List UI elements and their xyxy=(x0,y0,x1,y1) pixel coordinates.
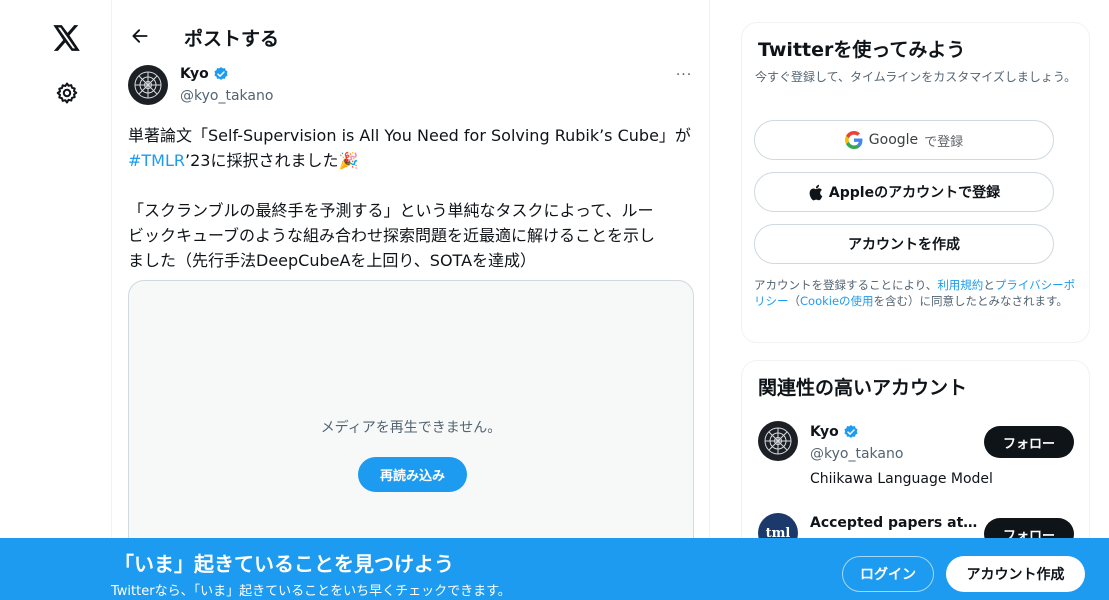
tweet-line-rest: ’23に採択されました🎉 xyxy=(185,151,359,170)
google-signup-button[interactable]: Google で登録 xyxy=(754,120,1054,160)
tweet-line: ビックキューブのような組み合わせ探索問題を近最適に解けることを示し xyxy=(128,226,656,245)
author-name[interactable]: Kyo xyxy=(180,66,229,82)
verified-badge-icon xyxy=(844,425,858,438)
reload-button[interactable]: 再読み込み xyxy=(358,457,467,492)
terms-and: と xyxy=(983,278,995,292)
media-error-message: メディアを再生できません。 xyxy=(320,420,502,436)
left-nav xyxy=(0,0,112,600)
tweet-line: #TMLR’23に採択されました🎉 xyxy=(128,148,696,173)
arrow-left-icon xyxy=(132,29,148,43)
signup-subtitle: 今すぐ登録して、タイムラインをカスタマイズしましょう。 xyxy=(755,70,1077,84)
avatar[interactable] xyxy=(128,65,168,105)
related-account-bio: Chiikawa Language Model xyxy=(810,471,993,487)
tweet-line: 「スクランブルの最終手を予測する」という単純なタスクによって、ルー xyxy=(128,201,654,220)
follow-button[interactable]: フォロー xyxy=(984,426,1074,458)
author-name-text: Kyo xyxy=(180,66,209,82)
related-account-name[interactable]: Accepted papers at TMLR xyxy=(810,515,978,531)
main-column: ポストする Kyo @kyo_takano ··· 単著論文「Self-Supe… xyxy=(112,0,710,600)
cookie-link[interactable]: Cookieの使用 xyxy=(800,294,874,308)
signup-banner: 「いま」起きていることを見つけよう Twitterなら、「いま」起きていることを… xyxy=(0,538,1109,600)
banner-create-account-button[interactable]: アカウント作成 xyxy=(946,556,1085,592)
author-handle[interactable]: @kyo_takano xyxy=(180,88,273,104)
page-title: ポストする xyxy=(184,28,280,50)
create-account-button[interactable]: アカウントを作成 xyxy=(754,224,1054,264)
banner-title: 「いま」起きていることを見つけよう xyxy=(114,552,454,576)
tweet-line: 単著論文「Self-Supervision is All You Need fo… xyxy=(128,126,691,145)
related-account-handle[interactable]: @kyo_takano xyxy=(810,446,903,462)
google-label: Google xyxy=(868,132,919,148)
related-name-text: Kyo xyxy=(810,424,839,440)
hashtag-link[interactable]: #TMLR xyxy=(128,151,185,170)
avatar[interactable] xyxy=(758,421,798,461)
more-icon[interactable]: ··· xyxy=(672,64,696,86)
terms-text: アカウントを登録することにより、利用規約とプライバシーポリシー（Cookieの使… xyxy=(754,277,1084,309)
signup-title: Twitterを使ってみよう xyxy=(758,39,966,61)
google-suffix: で登録 xyxy=(924,134,964,150)
google-icon xyxy=(844,131,863,149)
gear-icon[interactable] xyxy=(43,69,91,117)
apple-icon xyxy=(809,184,823,200)
terms-prefix: アカウントを登録することにより、 xyxy=(754,278,938,292)
back-button[interactable] xyxy=(122,18,158,54)
terms-suffix: を含む）に同意したとみなされます。 xyxy=(873,294,1068,308)
login-button[interactable]: ログイン xyxy=(842,556,934,592)
tweet-line: ました（先行手法DeepCubeAを上回り、SOTAを達成） xyxy=(128,251,537,270)
terms-link[interactable]: 利用規約 xyxy=(937,278,983,292)
related-title: 関連性の高いアカウント xyxy=(758,377,968,399)
verified-badge-icon xyxy=(214,67,228,80)
apple-signup-button[interactable]: Appleのアカウントで登録 xyxy=(754,172,1054,212)
related-account-name[interactable]: Kyo xyxy=(810,424,859,440)
signup-card: Twitterを使ってみよう 今すぐ登録して、タイムラインをカスタマイズしましょ… xyxy=(741,22,1090,343)
terms-paren: （ xyxy=(788,294,801,308)
x-logo-icon[interactable] xyxy=(43,14,91,62)
banner-subtitle: Twitterなら、「いま」起きていることをいち早くチェックできます。 xyxy=(111,584,511,599)
tweet-text: 単著論文「Self-Supervision is All You Need fo… xyxy=(128,123,696,273)
page-root: ポストする Kyo @kyo_takano ··· 単著論文「Self-Supe… xyxy=(0,0,1109,600)
apple-label: Appleのアカウントで登録 xyxy=(828,185,1001,201)
